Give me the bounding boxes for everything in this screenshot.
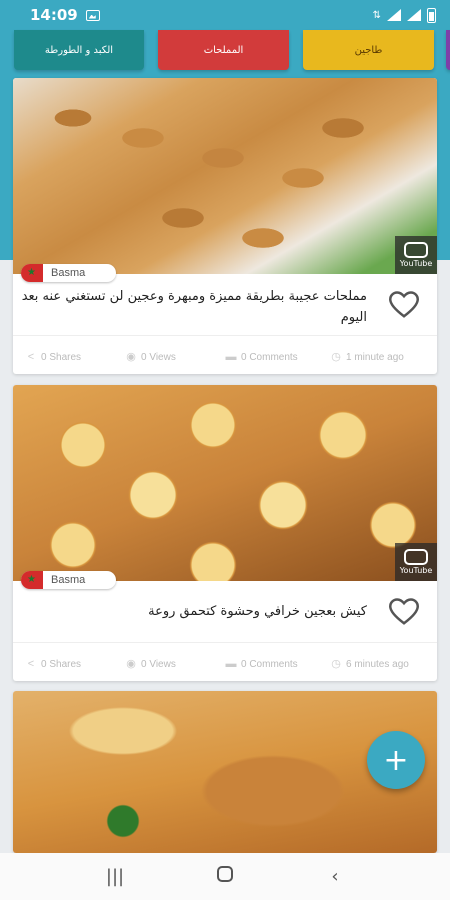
shares-count: 0 Shares: [41, 351, 82, 363]
youtube-icon: YouTube: [395, 543, 437, 581]
author-name: Basma: [51, 267, 86, 279]
category-tab-more[interactable]: [446, 30, 450, 70]
share-icon: <: [27, 658, 35, 670]
eye-icon: ◉: [126, 658, 136, 670]
author-chip[interactable]: Basma: [21, 571, 116, 589]
author-name: Basma: [51, 574, 86, 586]
post-stats: <0 Shares ◉ 0 Views ▬ 0 Comments ◷ 6 minute…: [13, 647, 437, 681]
heart-icon[interactable]: [389, 291, 419, 319]
comment-icon: ▬: [225, 658, 237, 670]
category-tab-cakes[interactable]: الكبد و الطورطة: [14, 30, 144, 70]
category-tabs: الكبد و الطورطة المملحات طاجين: [0, 30, 450, 70]
system-nav-bar: ||| ‹: [0, 853, 450, 900]
comments-stat[interactable]: ▬ 0 Comments: [225, 658, 330, 670]
plus-icon: +: [383, 742, 409, 778]
back-icon[interactable]: ‹: [315, 866, 355, 887]
views-stat: ◉ 0 Views: [125, 351, 225, 363]
post-stats: <0 Shares ◉ 0 Views ▬ 0 Comments ◷ 1 minute…: [13, 340, 437, 374]
post-thumbnail[interactable]: YouTube: [13, 385, 437, 581]
share-icon: <: [27, 351, 35, 363]
status-time: 14:09: [30, 6, 78, 24]
post-card[interactable]: YouTube Basma مملحات عجيبة بطريقة مميزة …: [13, 78, 437, 374]
signal-icon-2: [407, 9, 421, 21]
morocco-flag-icon: [21, 264, 43, 282]
comment-icon: ▬: [225, 351, 237, 363]
home-button[interactable]: [205, 866, 245, 887]
post-time: 6 minutes ago: [346, 658, 409, 670]
gallery-icon: [85, 9, 100, 21]
shares-count: 0 Shares: [41, 658, 82, 670]
heart-icon[interactable]: [389, 598, 419, 626]
shares-stat[interactable]: <0 Shares: [25, 658, 125, 670]
category-tab-label: طاجين: [354, 44, 383, 56]
views-count: 0 Views: [141, 658, 176, 670]
time-stat: ◷ 1 minute ago: [330, 351, 404, 363]
clock-icon: ◷: [331, 658, 341, 670]
youtube-label: YouTube: [399, 566, 433, 575]
category-tab-tajine[interactable]: طاجين: [303, 30, 434, 70]
post-title[interactable]: كيش بعجين خرافي وحشوة كتحمق روعة: [21, 601, 367, 622]
time-stat: ◷ 6 minutes ago: [330, 658, 409, 670]
signal-icon: [387, 9, 401, 21]
post-card[interactable]: YouTube Basma كيش بعجين خرافي وحشوة كتحم…: [13, 385, 437, 681]
status-icons: ⇅: [372, 7, 436, 23]
views-stat: ◉ 0 Views: [125, 658, 225, 670]
clock-icon: ◷: [331, 351, 341, 363]
home-icon: [217, 866, 233, 882]
author-chip[interactable]: Basma: [21, 264, 116, 282]
category-tab-savory[interactable]: المملحات: [158, 30, 289, 70]
youtube-icon: YouTube: [395, 236, 437, 274]
comments-count: 0 Comments: [241, 351, 298, 363]
post-thumbnail[interactable]: YouTube: [13, 78, 437, 274]
eye-icon: ◉: [126, 351, 136, 363]
comments-count: 0 Comments: [241, 658, 298, 670]
data-icon: ⇅: [372, 9, 381, 21]
category-tab-label: الكبد و الطورطة: [44, 44, 114, 56]
add-fab-button[interactable]: +: [367, 731, 425, 789]
views-count: 0 Views: [141, 351, 176, 363]
post-time: 1 minute ago: [346, 351, 404, 363]
battery-icon: [427, 7, 436, 23]
recent-apps-icon[interactable]: |||: [95, 866, 135, 887]
comments-stat[interactable]: ▬ 0 Comments: [225, 351, 330, 363]
post-title[interactable]: مملحات عجيبة بطريقة مميزة ومبهرة وعجين ل…: [21, 286, 367, 328]
youtube-label: YouTube: [399, 259, 433, 268]
shares-stat[interactable]: <0 Shares: [25, 351, 125, 363]
morocco-flag-icon: [21, 571, 43, 589]
status-bar: 14:09 ⇅: [0, 0, 450, 30]
post-body: مملحات عجيبة بطريقة مميزة ومبهرة وعجين ل…: [13, 274, 437, 336]
post-body: كيش بعجين خرافي وحشوة كتحمق روعة: [13, 581, 437, 643]
category-tab-label: المملحات: [203, 44, 244, 56]
